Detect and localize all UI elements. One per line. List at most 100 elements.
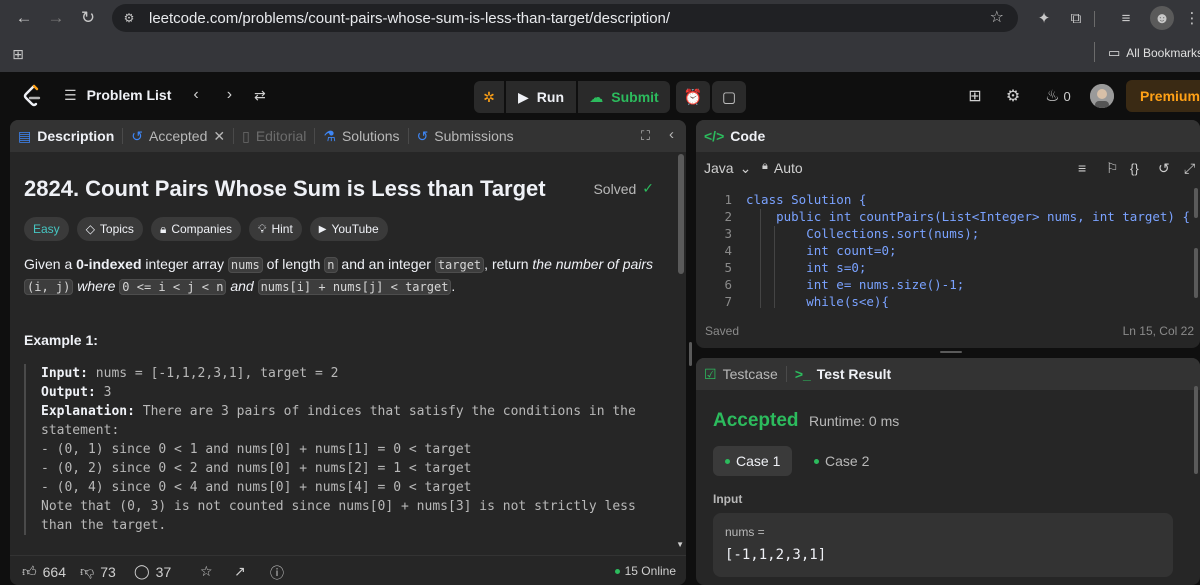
line-number: 7 (724, 294, 732, 308)
hint-chip[interactable]: 💡︎ Hint (249, 217, 302, 241)
address-bar[interactable]: ⚙ leetcode.com/problems/count-pairs-whos… (112, 4, 1018, 32)
test-scrollbar[interactable] (1194, 386, 1198, 474)
desc-text: , return (484, 256, 533, 272)
forward-icon[interactable]: → (40, 2, 72, 34)
collapse-panel-icon[interactable]: ‹ (669, 126, 674, 143)
problem-list-nav[interactable]: ☰ Problem List ‹ › ⇄ (64, 86, 266, 104)
desc-text: Given a (24, 256, 77, 272)
leetcode-header: ☰ Problem List ‹ › ⇄ ✲ ▶ Run ☁ Submit ⏰ … (0, 72, 1200, 120)
dislike-count: 73 (100, 563, 116, 580)
example-title: Example 1: (24, 332, 98, 348)
bookmark-star-icon[interactable]: ☆ (990, 7, 1004, 27)
settings-gear-icon[interactable]: ⚙ (1002, 85, 1024, 107)
notes-button[interactable]: ▢ (712, 81, 746, 113)
premium-button[interactable]: Premium (1126, 80, 1200, 112)
extension-icon[interactable]: ✦ (1032, 6, 1056, 30)
submit-button[interactable]: ☁ Submit (578, 81, 670, 113)
reload-icon[interactable]: ↻ (72, 2, 104, 34)
reset-icon[interactable]: ↺ (1158, 160, 1170, 177)
cloud-upload-icon: ☁ (589, 88, 604, 105)
format-icon[interactable]: ≡ (1078, 160, 1086, 176)
vertical-resize-handle[interactable] (689, 342, 692, 366)
next-problem-icon[interactable]: › (227, 86, 232, 104)
all-bookmarks[interactable]: ▭ All Bookmarks (1094, 42, 1200, 62)
line-code: int e= nums.size()-1; (746, 277, 965, 292)
runtime-label: Runtime: 0 ms (809, 413, 900, 429)
tab-description-label: Description (37, 128, 115, 144)
problem-tags: Easy ◇ Topics 🔒︎ Companies 💡︎ Hint ▶ YouTube (24, 217, 388, 241)
run-submit-group: ✲ ▶ Run ☁ Submit (474, 81, 670, 113)
streak-counter[interactable]: ♨ 0 (1040, 85, 1076, 107)
tab-testcase-label: Testcase (722, 366, 778, 382)
tab-test-result[interactable]: >_ Test Result (787, 366, 899, 382)
case-pass-dot-icon (725, 458, 730, 464)
param-value: [-1,1,2,3,1] (725, 547, 827, 563)
line-number: 3 (724, 226, 732, 241)
scroll-down-arrow-icon[interactable]: ▼ (676, 540, 684, 549)
online-label: 15 Online (624, 564, 676, 578)
line-number: 1 (724, 192, 732, 207)
prev-problem-icon[interactable]: ‹ (193, 86, 198, 104)
code-editor[interactable]: 1 class Solution { 2 public int countPair… (696, 190, 1200, 308)
line-code: while(s<e){ (746, 294, 889, 308)
premium-label: Premium (1140, 88, 1200, 104)
layout-grid-icon[interactable]: ⊞ (964, 85, 986, 107)
tab-accepted[interactable]: ↺ Accepted ✕ (123, 128, 233, 145)
leetcode-logo-icon[interactable] (22, 84, 42, 108)
inline-code: (i, j) (24, 279, 74, 295)
language-select[interactable]: Java ⌄ (704, 160, 751, 177)
code-scrollbar-lower[interactable] (1194, 248, 1198, 298)
close-tab-icon[interactable]: ✕ (213, 128, 225, 145)
help-icon[interactable]: ⓘ (270, 563, 284, 583)
code-scrollbar[interactable] (1194, 188, 1198, 218)
youtube-icon: ▶ (318, 223, 327, 235)
expand-icon[interactable]: ⤢ (1184, 160, 1195, 177)
menu-dots-icon[interactable]: ⋮ (1180, 6, 1200, 30)
bookmarks-bar: ⊞ ▭ All Bookmarks (0, 36, 1200, 72)
inline-code: nums (227, 257, 263, 273)
timer-button[interactable]: ⏰ (676, 81, 710, 113)
profile-avatar-icon[interactable]: ☻ (1150, 6, 1174, 30)
auto-format-toggle[interactable]: 🔒︎ Auto (762, 160, 803, 176)
fullscreen-icon[interactable]: ⛶ (641, 128, 650, 144)
tab-submissions[interactable]: ↺ Submissions (409, 128, 522, 145)
case-2-tab[interactable]: Case 2 (802, 446, 881, 476)
problem-description: Given a 0-indexed integer array nums of … (24, 254, 664, 298)
favorite-star-icon[interactable]: ☆ (200, 563, 213, 580)
comments-button[interactable]: ◯ 37 (134, 563, 171, 580)
input-section-label: Input (713, 492, 743, 506)
companies-chip[interactable]: 🔒︎ Companies (150, 217, 242, 241)
run-button[interactable]: ▶ Run (506, 81, 576, 113)
description-scrollbar[interactable] (678, 154, 684, 274)
solved-status: Solved ✓ (593, 180, 654, 197)
youtube-label: YouTube (331, 222, 379, 236)
user-avatar[interactable] (1090, 84, 1114, 108)
topics-chip[interactable]: ◇ Topics (76, 217, 143, 241)
share-icon[interactable]: ↗ (234, 563, 246, 580)
horizontal-resize-handle[interactable] (940, 351, 962, 353)
desc-text: . (451, 278, 456, 294)
tab-editorial[interactable]: ▯ Editorial (234, 128, 314, 145)
dislike-button[interactable]: 👎︎ 73 (80, 563, 116, 580)
case-1-tab[interactable]: Case 1 (713, 446, 793, 476)
like-button[interactable]: 👍︎ 664 (22, 563, 66, 580)
youtube-chip[interactable]: ▶ YouTube (309, 217, 388, 241)
indent-guide (760, 209, 761, 308)
comment-count: 37 (155, 563, 172, 580)
tab-solutions[interactable]: ⚗ Solutions (315, 128, 407, 145)
tab-description[interactable]: ▤ Description (10, 128, 122, 145)
auto-label: Auto (773, 160, 803, 176)
back-icon[interactable]: ← (8, 2, 40, 34)
braces-icon[interactable]: {} (1130, 161, 1139, 176)
media-controls-icon[interactable]: ≡ (1114, 6, 1138, 30)
bookmark-icon[interactable]: ⚐ (1106, 160, 1119, 177)
indent-guide (774, 226, 775, 308)
extensions-puzzle-icon[interactable]: ⧉ (1064, 6, 1088, 30)
problem-title[interactable]: 2824. Count Pairs Whose Sum is Less than… (24, 176, 546, 202)
site-info-icon[interactable]: ⚙ (120, 10, 138, 26)
debug-button[interactable]: ✲ (474, 81, 504, 113)
apps-grid-icon[interactable]: ⊞ (8, 44, 28, 64)
shuffle-icon[interactable]: ⇄ (254, 87, 266, 104)
tab-code[interactable]: </> Code (696, 128, 773, 144)
tab-testcase[interactable]: ☑ Testcase (696, 366, 786, 383)
